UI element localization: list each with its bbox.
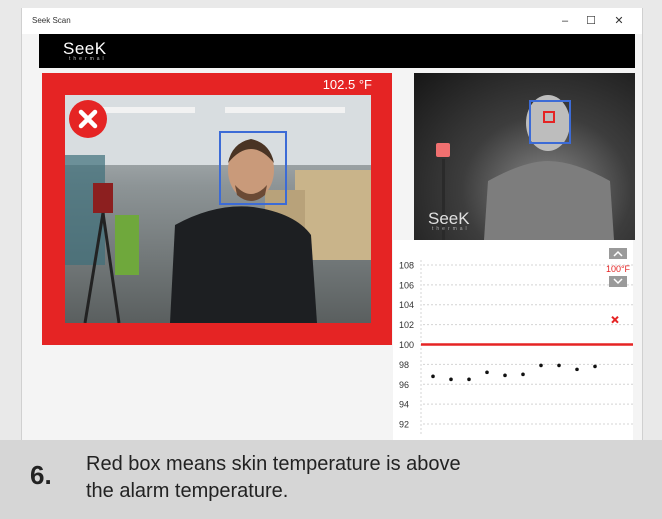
temperature-point: [593, 364, 597, 369]
seek-logo-subtitle: thermal: [69, 56, 107, 62]
y-tick-label: 98: [399, 360, 409, 370]
skin-temperature-readout: 102.5 °F: [322, 77, 372, 92]
minimize-button[interactable]: –: [552, 13, 578, 29]
caption-line-1: Red box means skin temperature is above: [86, 453, 461, 475]
y-tick-label: 100: [399, 340, 414, 350]
y-tick-label: 92: [399, 420, 409, 430]
caption-band: 6. Red box means skin temperature is abo…: [0, 440, 662, 519]
thermal-camera-image: SeeK thermal: [414, 73, 635, 240]
temperature-point: [503, 373, 507, 378]
window-title: Seek Scan: [32, 16, 71, 25]
y-tick-label: 108: [399, 260, 414, 270]
y-tick-label: 94: [399, 400, 409, 410]
face-detection-box: [219, 131, 287, 205]
hot-object-spot: [436, 143, 450, 157]
y-tick-label: 106: [399, 280, 414, 290]
temperature-point: [539, 363, 543, 368]
thermal-seek-logo-subtitle: thermal: [432, 226, 470, 232]
alarm-down-button[interactable]: [609, 276, 627, 287]
visible-camera-image: [65, 95, 371, 323]
brand-bar: SeeK thermal: [39, 34, 635, 68]
camera-scene: [65, 95, 371, 323]
x-circle-icon: [69, 100, 107, 138]
temperature-point: [485, 370, 489, 375]
chart-background: [393, 240, 633, 440]
title-bar: Seek Scan – ☐ ✕: [22, 8, 642, 34]
caption-line-2: the alarm temperature.: [86, 480, 289, 502]
temperature-point: [449, 377, 453, 382]
temperature-point: [557, 363, 561, 368]
alarm-up-button[interactable]: [609, 248, 627, 259]
temperature-point: [575, 367, 579, 372]
close-button[interactable]: ✕: [606, 13, 632, 29]
thermal-measure-point: [543, 111, 555, 123]
y-tick-label: 104: [399, 300, 414, 310]
temperature-point: [467, 377, 471, 382]
maximize-button[interactable]: ☐: [578, 13, 604, 29]
y-tick-label: 96: [399, 380, 409, 390]
temperature-history-chart: 108 106 104 102 100 98 96 94 92 100°F: [393, 240, 633, 440]
alarm-temperature-label: 100°F: [606, 264, 631, 274]
temperature-point: [431, 374, 435, 379]
app-window: Seek Scan – ☐ ✕ SeeK thermal 102.5 °F Se…: [21, 8, 643, 440]
x-mark-icon: [78, 109, 98, 129]
camera-alarm-panel: 102.5 °F: [42, 73, 392, 345]
step-number: 6.: [30, 460, 52, 490]
temperature-point: [521, 372, 525, 377]
y-tick-label: 102: [399, 320, 414, 330]
